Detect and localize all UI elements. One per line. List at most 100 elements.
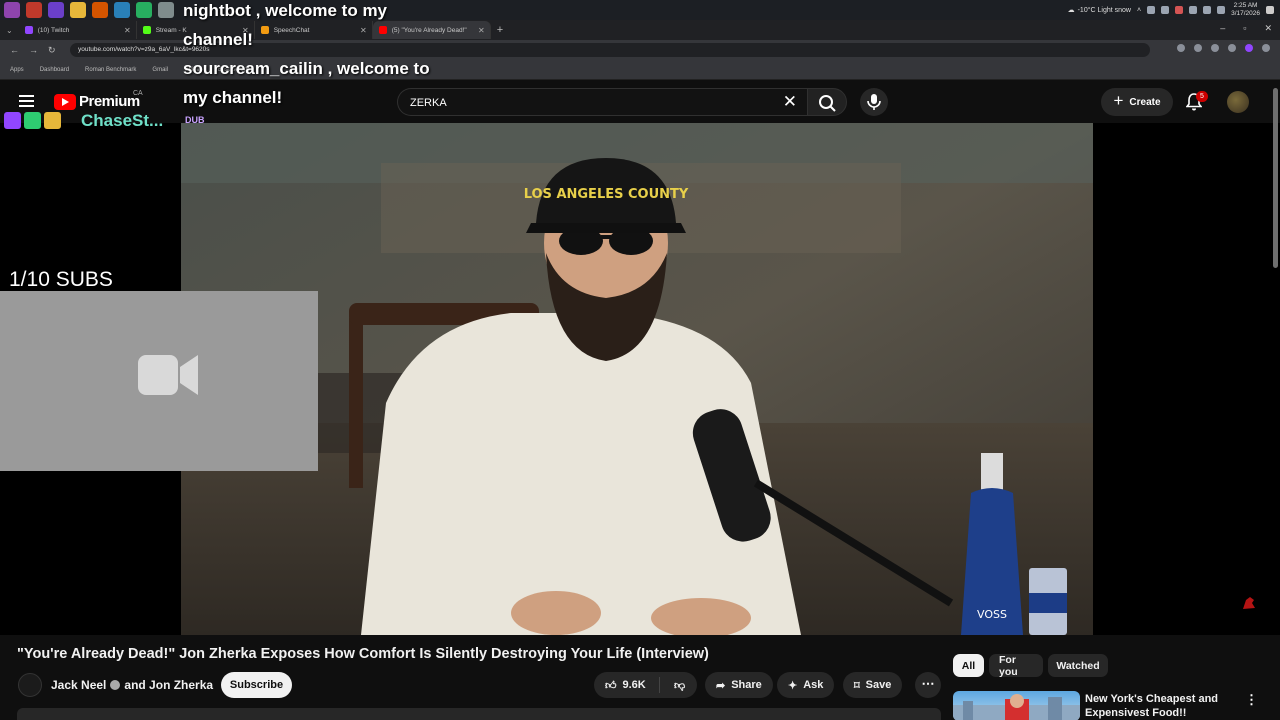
- bookmark-item[interactable]: Dashboard: [40, 67, 69, 73]
- forward-icon[interactable]: →: [29, 45, 38, 56]
- notification-count-badge: 5: [1196, 91, 1208, 102]
- recommendation-title[interactable]: New York's Cheapest and Expensivest Food…: [1085, 692, 1235, 720]
- premium-label: Premium: [79, 93, 140, 110]
- twitch-icon: [4, 112, 21, 129]
- extensions-icon[interactable]: [1228, 44, 1236, 52]
- weather-widget[interactable]: ☁ -10°C Light snow: [1067, 6, 1131, 15]
- address-bar-actions: [1177, 44, 1270, 52]
- browser-tab[interactable]: (10) Twitch ✕: [19, 21, 137, 39]
- chip-watched[interactable]: Watched: [1048, 654, 1108, 677]
- maximize-icon[interactable]: ▫: [1243, 23, 1246, 34]
- tab-title: (10) Twitch: [37, 26, 70, 34]
- chrome-app-icon[interactable]: [114, 2, 130, 18]
- youtube-logo[interactable]: Premium: [54, 93, 140, 110]
- webcam-placeholder: [0, 291, 318, 471]
- search-icon: [819, 95, 836, 112]
- thumbs-up-icon: 👍︎: [605, 679, 617, 692]
- channel-avatar[interactable]: [18, 673, 42, 697]
- bottle-text: VOSS: [977, 608, 1007, 621]
- overlay-platform-icons: [4, 112, 61, 129]
- kick-favicon-icon: [142, 26, 151, 34]
- hat-text: LOS ANGELES COUNTY: [524, 187, 689, 202]
- plus-icon: +: [1113, 91, 1124, 110]
- channel-name-text: Jack Neel: [51, 678, 107, 692]
- window-controls: – ▫ ✕: [1220, 23, 1272, 34]
- snow-cloud-icon: ☁: [1067, 7, 1075, 14]
- like-dislike-group: 👍︎ 9.6K 👎︎: [594, 672, 697, 698]
- chevron-up-icon[interactable]: ˄: [1137, 7, 1141, 14]
- chat-message: sourcream_cailin , welcome to my channel…: [183, 59, 430, 107]
- bookmark-item[interactable]: Gmail: [152, 67, 168, 73]
- search-input[interactable]: ZERKA ✕: [397, 88, 807, 116]
- nav-buttons: ← → ↻: [0, 45, 56, 56]
- voice-search-button[interactable]: [860, 88, 888, 116]
- bookmark-item[interactable]: Apps: [10, 67, 24, 73]
- speaker-icon[interactable]: [1203, 6, 1212, 14]
- close-tab-icon[interactable]: ✕: [124, 26, 131, 35]
- menu-dots-icon[interactable]: [1262, 44, 1270, 52]
- dislike-button[interactable]: 👎︎: [666, 679, 685, 692]
- menu-icon[interactable]: [19, 95, 34, 107]
- save-button[interactable]: ⌑ Save: [843, 672, 903, 698]
- clear-search-icon[interactable]: ✕: [783, 92, 797, 112]
- page-scrollbar[interactable]: [1273, 88, 1278, 268]
- sparkle-icon: ✦: [788, 679, 798, 692]
- create-label: Create: [1129, 96, 1161, 108]
- star-app-icon[interactable]: [48, 2, 64, 18]
- share-icon: ➦: [716, 679, 726, 692]
- chat-overlay: nightbot , welcome to my channel! sourcr…: [183, 0, 453, 112]
- share-label: Share: [731, 679, 762, 691]
- notification-center-icon[interactable]: [1266, 6, 1274, 14]
- red-horse-icon: [1243, 597, 1255, 609]
- screen: ☁ -10°C Light snow ˄ 2:25 AM 3/17/2026 ⌄…: [0, 0, 1280, 720]
- twitch-favicon-icon: [24, 26, 33, 34]
- search-button[interactable]: [807, 88, 847, 116]
- diamond-icon: [44, 112, 61, 129]
- camera-app-icon[interactable]: [26, 2, 42, 18]
- record-icon[interactable]: [1175, 6, 1184, 14]
- system-tray: ☁ -10°C Light snow ˄ 2:25 AM 3/17/2026: [1068, 0, 1274, 20]
- more-actions-icon[interactable]: ⋯: [915, 672, 941, 698]
- clock[interactable]: 2:25 AM 3/17/2026: [1231, 2, 1260, 18]
- app-icon[interactable]: [136, 2, 152, 18]
- recommendation-menu-icon[interactable]: ⋮: [1245, 692, 1258, 708]
- account-avatar[interactable]: [1227, 91, 1249, 113]
- subscribe-button[interactable]: Subscribe: [221, 672, 292, 698]
- close-window-icon[interactable]: ✕: [1264, 23, 1272, 34]
- twitch-app-icon[interactable]: [4, 2, 20, 18]
- like-button[interactable]: 👍︎ 9.6K: [594, 677, 660, 693]
- monitor-icon[interactable]: [1147, 6, 1156, 14]
- tab-search-icon[interactable]: ⌄: [0, 26, 19, 35]
- description-box[interactable]: [17, 708, 941, 720]
- minimize-icon[interactable]: –: [1220, 23, 1225, 34]
- close-tab-icon[interactable]: ✕: [478, 26, 485, 35]
- ask-button[interactable]: ✦ Ask: [777, 672, 835, 698]
- verified-icon: [110, 680, 121, 690]
- share-button[interactable]: ➦ Share: [705, 672, 773, 698]
- create-button[interactable]: + Create: [1101, 88, 1173, 116]
- mic-tray-icon[interactable]: [1189, 6, 1198, 14]
- channel-name[interactable]: Jack Neel and Jon Zherka: [51, 678, 213, 692]
- app-icon[interactable]: [92, 2, 108, 18]
- network-icon[interactable]: [1161, 6, 1170, 14]
- lock-app-icon[interactable]: [70, 2, 86, 18]
- battery-icon[interactable]: [1217, 6, 1226, 14]
- video-title: "You're Already Dead!" Jon Zherka Expose…: [17, 646, 709, 662]
- recommendation-thumbnail[interactable]: [953, 691, 1080, 720]
- chip-for-you[interactable]: For you: [989, 654, 1043, 678]
- taskbar-apps: [0, 2, 174, 18]
- bookmark-item[interactable]: Roman Benchmark: [85, 67, 136, 73]
- clock-date: 3/17/2026: [1231, 10, 1260, 17]
- chat-message: nightbot , welcome to my channel!: [183, 1, 388, 49]
- chip-all[interactable]: All: [953, 654, 984, 677]
- profile-icon[interactable]: [1245, 44, 1253, 52]
- back-icon[interactable]: ←: [10, 45, 19, 56]
- cast-icon[interactable]: [1194, 44, 1202, 52]
- zoom-icon[interactable]: [1177, 44, 1185, 52]
- app-icon[interactable]: [158, 2, 174, 18]
- video-camera-icon: [138, 355, 198, 395]
- thumbnail-image: [953, 694, 1080, 720]
- bookmark-star-icon[interactable]: [1211, 44, 1219, 52]
- reload-icon[interactable]: ↻: [48, 45, 56, 56]
- new-tab-icon[interactable]: +: [497, 24, 503, 36]
